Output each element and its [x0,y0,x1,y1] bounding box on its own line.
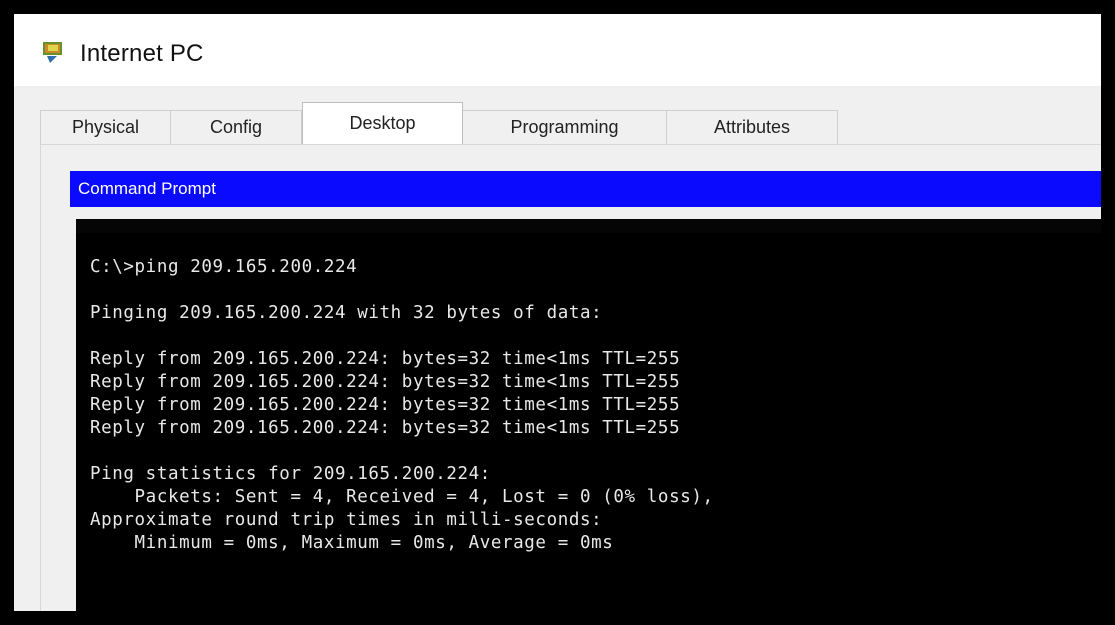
screenshot-frame: Internet PC Physical Config Desktop Prog… [0,0,1115,625]
console-line: Reply from 209.165.200.224: bytes=32 tim… [90,395,681,415]
tab-attributes[interactable]: Attributes [667,110,838,144]
tab-programming[interactable]: Programming [463,110,667,144]
packet-tracer-pc-icon [43,42,62,63]
console-line: Packets: Sent = 4, Received = 4, Lost = … [90,487,714,507]
tab-strip: Physical Config Desktop Programming Attr… [40,102,838,144]
console-line: Minimum = 0ms, Maximum = 0ms, Average = … [90,533,614,553]
command-prompt-title: Command Prompt [78,179,216,198]
console-line: Ping statistics for 209.165.200.224: [90,464,491,484]
tab-desktop[interactable]: Desktop [302,102,463,144]
console-line: Reply from 209.165.200.224: bytes=32 tim… [90,372,681,392]
frame-inner: Internet PC Physical Config Desktop Prog… [12,12,1103,613]
tab-physical[interactable]: Physical [40,110,171,144]
console-line: Pinging 209.165.200.224 with 32 bytes of… [90,303,603,323]
console-line: Reply from 209.165.200.224: bytes=32 tim… [90,418,681,438]
console-top-edge [76,219,1101,233]
tab-bar: Physical Config Desktop Programming Attr… [14,86,1101,144]
internet-pc-window: Internet PC Physical Config Desktop Prog… [14,14,1101,611]
tab-config[interactable]: Config [171,110,302,144]
title-bar: Internet PC [14,14,1101,86]
console-line: C:\>ping 209.165.200.224 [90,257,358,277]
command-prompt-console[interactable]: C:\>ping 209.165.200.224 Pinging 209.165… [76,219,1101,611]
console-line: Approximate round trip times in milli-se… [90,510,603,530]
window-title: Internet PC [80,40,204,67]
console-line: Reply from 209.165.200.224: bytes=32 tim… [90,349,681,369]
command-prompt-header: Command Prompt [70,171,1101,207]
